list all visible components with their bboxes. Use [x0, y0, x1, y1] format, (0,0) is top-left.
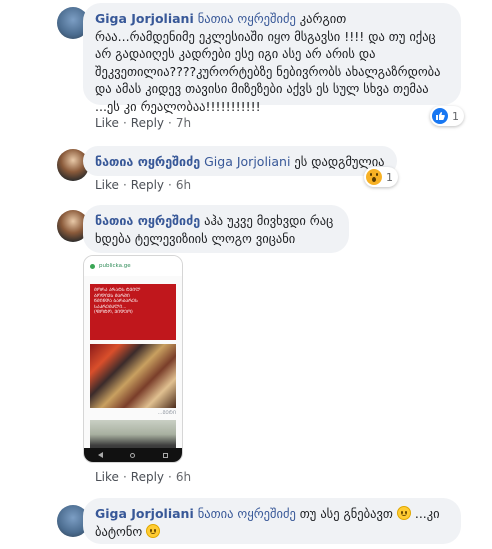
comment-bubble: ნათია ოყრეშიძე Giga Jorjoliani ეს დადგმუ… [83, 146, 397, 176]
comment-author[interactable]: ნათია ოყრეშიძე [95, 213, 200, 228]
reply-button[interactable]: Reply [131, 116, 164, 130]
more-link: ...ᲛᲔᲢᲘ [157, 410, 176, 416]
reaction-count[interactable]: 1 [430, 106, 464, 126]
comment-mention[interactable]: Giga Jorjoliani [204, 154, 290, 169]
like-button[interactable]: Like [95, 178, 119, 192]
comment-bubble: ნათია ოყრეშიძე აჰა უკვე მივხვდი რაც ხდებ… [83, 205, 349, 253]
like-button[interactable]: Like [95, 470, 119, 484]
comment-bubble: Giga Jorjoliani ნათია ოყრეშიძე კარგით რა… [83, 3, 461, 114]
comment-time[interactable]: 7h [176, 116, 191, 130]
reaction-count[interactable]: 1 [364, 167, 398, 187]
wow-icon [366, 169, 382, 185]
like-button[interactable]: Like [95, 116, 119, 130]
site-url: publicka.ge [99, 263, 131, 269]
comment-actions: Like · Reply · 6h [95, 470, 192, 484]
phone-nav-bar [84, 448, 182, 462]
home-icon [130, 452, 136, 458]
reaction-number: 1 [452, 109, 459, 123]
comment-text: ნათია ოყრეშიძე Giga Jorjoliani ეს დადგმუ… [95, 153, 385, 171]
comment-time[interactable]: 6h [176, 178, 191, 192]
smile-icon [396, 506, 411, 520]
reply-button[interactable]: Reply [131, 178, 164, 192]
comment-bubble: Giga Jorjoliani ნათია ოყრეშიძე თუ ასე გნ… [83, 498, 461, 544]
reply-button[interactable]: Reply [131, 470, 164, 484]
comment-mention[interactable]: ნათია ოყრეშიძე [198, 11, 296, 26]
smile-icon [146, 523, 161, 538]
comment-author[interactable]: Giga Jorjoliani [95, 506, 194, 521]
comment-actions: Like · Reply · 7h [95, 116, 192, 130]
news-headline: ᲛᲝᲠᲐ ᲐᲠᲐᲢᲡ ᲢᲕᲘᲚ ᲑᲝᲓᲘᲕᲡ ᲛᲐᲠᲨᲘ ᲬᲛᲘᲜᲓᲐ ᲑᲐᲠᲑ… [90, 284, 176, 340]
comment-mention[interactable]: ნათია ოყრეშიძე [198, 506, 296, 521]
news-photo [90, 344, 176, 408]
comment-actions: Like · Reply · 6h [95, 178, 192, 192]
comment-time[interactable]: 6h [176, 470, 191, 484]
phone-address-bar: publicka.ge [84, 256, 182, 276]
comment-text: ნათია ოყრეშიძე აჰა უკვე მივხვდი რაც ხდებ… [95, 212, 337, 247]
comment-author[interactable]: ნათია ოყრეშიძე [95, 154, 200, 169]
comment-text: Giga Jorjoliani ნათია ოყრეშიძე თუ ასე გნ… [95, 505, 449, 540]
like-icon [432, 108, 448, 124]
comment-author[interactable]: Giga Jorjoliani [95, 11, 194, 26]
comment-text: Giga Jorjoliani ნათია ოყრეშიძე კარგით რა… [95, 10, 449, 115]
comment-body: თუ ასე გნებავთ [295, 506, 397, 521]
attached-image[interactable]: publicka.ge ᲛᲝᲠᲐ ᲐᲠᲐᲢᲡ ᲢᲕᲘᲚ ᲑᲝᲓᲘᲕᲡ ᲛᲐᲠᲨᲘ… [83, 255, 183, 463]
recents-icon [163, 452, 169, 458]
headline-line: (ᲤᲝᲢᲝ, ᲕᲘᲓᲔᲝ) [94, 310, 133, 315]
comment-body: კარგით რაა...რამდენიმე ეკლესიაში იყო მსგ… [95, 11, 441, 114]
reaction-number: 1 [386, 170, 393, 184]
site-icon [90, 263, 95, 269]
back-icon [97, 452, 103, 458]
